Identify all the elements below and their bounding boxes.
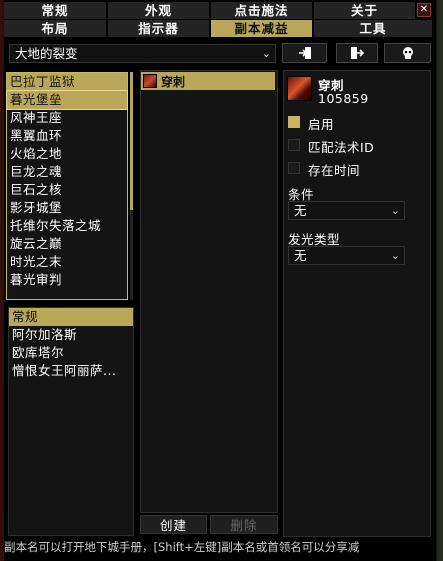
close-icon[interactable]: ✕ xyxy=(417,3,431,17)
enabled-label: 启用 xyxy=(308,117,335,132)
expansion-dropdown[interactable]: 大地的裂变 ⌄ xyxy=(9,44,276,63)
tab-raid-debuffs[interactable]: 副本减益 xyxy=(211,20,312,37)
reset-skull-icon xyxy=(402,47,413,59)
tab-tools[interactable]: 工具 xyxy=(314,20,432,37)
duration-checkbox[interactable] xyxy=(288,162,300,174)
enabled-checkbox[interactable] xyxy=(288,116,300,128)
boss-list-item[interactable]: 憎恨女王阿丽萨... xyxy=(9,362,133,380)
expansion-dropdown-value: 大地的裂变 xyxy=(15,46,78,61)
glow-type-dropdown[interactable]: 无 ⌄ xyxy=(288,246,405,265)
import-button[interactable] xyxy=(282,43,327,63)
instance-list-item[interactable]: 巨龙之魂 xyxy=(7,163,127,181)
scrollbar-thumb[interactable] xyxy=(130,72,133,210)
aura-name: 穿刺 xyxy=(161,74,186,89)
glow-type-value: 无 xyxy=(294,248,307,263)
footer-hint: 副本名可以打开地下城手册，[Shift+左键]副本名或首领名可以分享减 xyxy=(4,537,436,557)
boss-list-item-general[interactable]: 常规 xyxy=(9,308,133,326)
boss-list[interactable]: 常规 阿尔加洛斯 欧库塔尔 憎恨女王阿丽萨... xyxy=(8,307,134,536)
chevron-down-icon: ⌄ xyxy=(390,204,400,217)
instance-list-item[interactable]: 巴拉丁监狱 xyxy=(7,73,127,91)
reset-button[interactable] xyxy=(384,43,431,63)
instance-list-item[interactable]: 暮光堡垒 xyxy=(6,90,128,110)
aura-list-item[interactable]: 穿刺 xyxy=(141,72,275,90)
instance-list-item[interactable]: 托维尔失落之城 xyxy=(7,217,127,235)
spell-id: 105859 xyxy=(318,91,369,106)
instance-list[interactable]: 巴拉丁监狱 暮光堡垒 风神王座 黑翼血环 火焰之地 巨龙之魂 巨石之核 影牙城堡 托维尔失落之城… xyxy=(6,72,128,300)
boss-list-item[interactable]: 阿尔加洛斯 xyxy=(9,326,133,344)
chevron-down-icon: ⌄ xyxy=(390,249,400,262)
tab-layout[interactable]: 布局 xyxy=(4,20,106,37)
instance-list-item[interactable]: 旋云之巅 xyxy=(7,235,127,253)
spell-icon xyxy=(143,74,157,88)
delete-button[interactable]: 删除 xyxy=(210,515,278,534)
spell-icon xyxy=(287,76,312,101)
tab-general[interactable]: 常规 xyxy=(4,2,106,19)
boss-list-item[interactable]: 欧库塔尔 xyxy=(9,344,133,362)
export-icon xyxy=(351,47,364,59)
tab-click-casting[interactable]: 点击施法 xyxy=(211,2,312,19)
import-icon xyxy=(298,47,311,59)
instance-list-item[interactable]: 风神王座 xyxy=(7,109,127,127)
duration-label: 存在时间 xyxy=(308,163,361,178)
instance-list-item[interactable]: 暮光审判 xyxy=(7,271,127,289)
instance-list-item[interactable]: 影牙城堡 xyxy=(7,199,127,217)
condition-dropdown[interactable]: 无 ⌄ xyxy=(288,201,405,220)
tab-appearance[interactable]: 外观 xyxy=(108,2,209,19)
match-spell-id-label: 匹配法术ID xyxy=(308,140,375,155)
match-spell-id-checkbox[interactable] xyxy=(288,139,300,151)
export-button[interactable] xyxy=(336,43,378,63)
tab-about[interactable]: 关于 xyxy=(314,2,415,19)
aura-list-panel xyxy=(140,70,278,513)
tab-indicators[interactable]: 指示器 xyxy=(108,20,209,37)
condition-value: 无 xyxy=(294,203,307,218)
chevron-down-icon: ⌄ xyxy=(261,47,271,60)
instance-list-item[interactable]: 火焰之地 xyxy=(7,145,127,163)
create-button[interactable]: 创建 xyxy=(140,515,207,534)
instance-list-scrollbar[interactable] xyxy=(130,72,133,300)
instance-list-item[interactable]: 黑翼血环 xyxy=(7,127,127,145)
instance-list-item[interactable]: 时光之末 xyxy=(7,253,127,271)
instance-list-item[interactable]: 巨石之核 xyxy=(7,181,127,199)
